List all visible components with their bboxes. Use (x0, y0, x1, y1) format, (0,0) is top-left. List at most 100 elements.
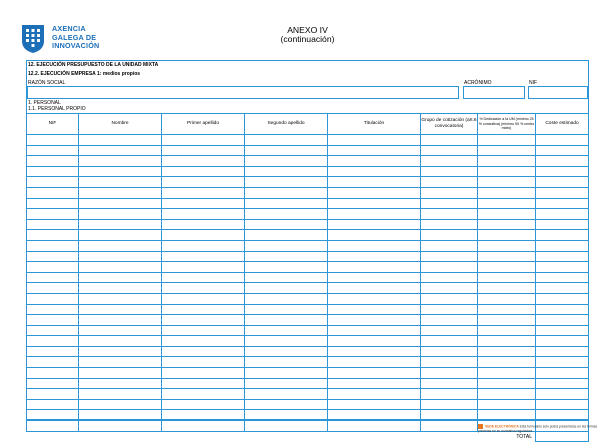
cell-grupo-cotizacion[interactable] (420, 356, 478, 369)
cell-primer-apellido[interactable] (161, 261, 245, 273)
cell-nif[interactable] (26, 314, 79, 326)
cell-nif[interactable] (26, 218, 79, 231)
cell-segundo-apellido[interactable] (244, 398, 328, 411)
cell-dedicacion[interactable] (477, 155, 536, 167)
cell-primer-apellido[interactable] (161, 409, 245, 422)
cell-nif[interactable] (26, 197, 79, 210)
cell-segundo-apellido[interactable] (244, 356, 328, 369)
cell-dedicacion[interactable] (477, 271, 536, 284)
cell-grupo-cotizacion[interactable] (420, 303, 478, 316)
cell-grupo-cotizacion[interactable] (420, 261, 478, 273)
cell-dedicacion[interactable] (477, 250, 536, 263)
cell-dedicacion[interactable] (477, 356, 536, 369)
cell-dedicacion[interactable] (477, 377, 536, 390)
cell-primer-apellido[interactable] (161, 367, 245, 379)
cell-grupo-cotizacion[interactable] (420, 367, 478, 379)
cell-primer-apellido[interactable] (161, 356, 245, 369)
cell-titulacion[interactable] (327, 165, 421, 178)
cell-dedicacion[interactable] (477, 229, 536, 241)
cell-nif[interactable] (26, 155, 79, 167)
cell-primer-apellido[interactable] (161, 398, 245, 411)
cell-coste-estimado[interactable] (535, 367, 589, 379)
cell-grupo-cotizacion[interactable] (420, 324, 478, 337)
cell-primer-apellido[interactable] (161, 176, 245, 188)
cell-segundo-apellido[interactable] (244, 134, 328, 146)
cell-segundo-apellido[interactable] (244, 292, 328, 305)
cell-primer-apellido[interactable] (161, 324, 245, 337)
cell-grupo-cotizacion[interactable] (420, 229, 478, 241)
cell-nombre[interactable] (78, 282, 162, 294)
cell-grupo-cotizacion[interactable] (420, 208, 478, 220)
cell-coste-estimado[interactable] (535, 324, 589, 337)
cell-coste-estimado[interactable] (535, 335, 589, 347)
cell-coste-estimado[interactable] (535, 398, 589, 411)
cell-nombre[interactable] (78, 271, 162, 284)
cell-nif[interactable] (26, 186, 79, 199)
cell-nif[interactable] (26, 208, 79, 220)
cell-segundo-apellido[interactable] (244, 345, 328, 358)
cell-coste-estimado[interactable] (535, 377, 589, 390)
cell-coste-estimado[interactable] (535, 155, 589, 167)
cell-titulacion[interactable] (327, 398, 421, 411)
cell-coste-estimado[interactable] (535, 282, 589, 294)
cell-titulacion[interactable] (327, 324, 421, 337)
cell-nombre[interactable] (78, 239, 162, 252)
cell-primer-apellido[interactable] (161, 208, 245, 220)
cell-coste-estimado[interactable] (535, 144, 589, 157)
cell-segundo-apellido[interactable] (244, 197, 328, 210)
cell-nombre[interactable] (78, 218, 162, 231)
cell-titulacion[interactable] (327, 155, 421, 167)
cell-nif[interactable] (26, 356, 79, 369)
cell-primer-apellido[interactable] (161, 345, 245, 358)
cell-coste-estimado[interactable] (535, 292, 589, 305)
cell-coste-estimado[interactable] (535, 165, 589, 178)
cell-titulacion[interactable] (327, 271, 421, 284)
cell-grupo-cotizacion[interactable] (420, 250, 478, 263)
cell-nif[interactable] (26, 409, 79, 422)
cell-coste-estimado[interactable] (535, 176, 589, 188)
cell-grupo-cotizacion[interactable] (420, 186, 478, 199)
cell-nif[interactable] (26, 250, 79, 263)
cell-dedicacion[interactable] (477, 144, 536, 157)
cell-nif[interactable] (26, 134, 79, 146)
cell-segundo-apellido[interactable] (244, 388, 328, 400)
cell-segundo-apellido[interactable] (244, 229, 328, 241)
cell-coste-estimado[interactable] (535, 218, 589, 231)
cell-segundo-apellido[interactable] (244, 176, 328, 188)
cell-nif[interactable] (26, 388, 79, 400)
cell-primer-apellido[interactable] (161, 250, 245, 263)
cell-grupo-cotizacion[interactable] (420, 239, 478, 252)
cell-segundo-apellido[interactable] (244, 314, 328, 326)
nif-field[interactable] (528, 86, 588, 99)
cell-titulacion[interactable] (327, 335, 421, 347)
cell-primer-apellido[interactable] (161, 314, 245, 326)
cell-dedicacion[interactable] (477, 134, 536, 146)
cell-grupo-cotizacion[interactable] (420, 345, 478, 358)
cell-primer-apellido[interactable] (161, 229, 245, 241)
cell-coste-estimado[interactable] (535, 197, 589, 210)
cell-titulacion[interactable] (327, 314, 421, 326)
cell-titulacion[interactable] (327, 197, 421, 210)
cell-nombre[interactable] (78, 356, 162, 369)
cell-titulacion[interactable] (327, 134, 421, 146)
cell-titulacion[interactable] (327, 186, 421, 199)
cell-primer-apellido[interactable] (161, 239, 245, 252)
cell-segundo-apellido[interactable] (244, 165, 328, 178)
cell-primer-apellido[interactable] (161, 388, 245, 400)
cell-titulacion[interactable] (327, 239, 421, 252)
cell-nif[interactable] (26, 345, 79, 358)
cell-grupo-cotizacion[interactable] (420, 388, 478, 400)
cell-nif[interactable] (26, 282, 79, 294)
cell-primer-apellido[interactable] (161, 144, 245, 157)
cell-coste-estimado[interactable] (535, 208, 589, 220)
cell-segundo-apellido[interactable] (244, 218, 328, 231)
cell-nombre[interactable] (78, 261, 162, 273)
cell-titulacion[interactable] (327, 229, 421, 241)
cell-dedicacion[interactable] (477, 388, 536, 400)
cell-coste-estimado[interactable] (535, 388, 589, 400)
cell-nombre[interactable] (78, 398, 162, 411)
cell-segundo-apellido[interactable] (244, 261, 328, 273)
cell-dedicacion[interactable] (477, 282, 536, 294)
cell-nombre[interactable] (78, 345, 162, 358)
cell-coste-estimado[interactable] (535, 261, 589, 273)
